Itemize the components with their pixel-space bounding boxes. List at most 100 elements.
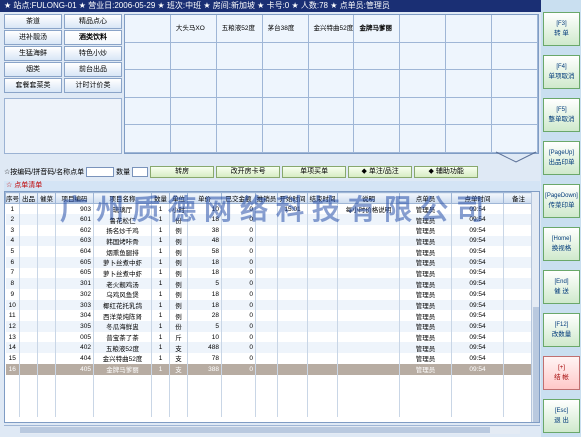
table-row[interactable]: 11 304 西洋菜炖陈肾 1 例 28 0 管理员 09:54	[5, 310, 534, 322]
aux-function-button[interactable]: ◆ 辅助功能	[414, 166, 479, 178]
dish-button[interactable]	[400, 125, 447, 153]
function-key-button[interactable]: [PageUp] 出品印单	[543, 141, 580, 175]
dish-button[interactable]	[446, 42, 493, 71]
dish-button[interactable]	[262, 97, 309, 126]
category-button[interactable]: 茶道	[4, 14, 62, 29]
dish-button[interactable]	[354, 125, 401, 153]
column-header[interactable]: 数量	[151, 192, 170, 204]
category-button[interactable]: 精品点心	[64, 14, 122, 29]
column-header[interactable]: 出品	[19, 192, 38, 204]
dish-button[interactable]	[492, 125, 538, 153]
table-row[interactable]: 16 405 金牌马爹丽 1 支 388 0 管理员 09:54	[5, 363, 534, 375]
column-header[interactable]: 序号	[5, 192, 20, 204]
dish-button[interactable]	[170, 42, 217, 71]
dish-button[interactable]	[308, 70, 355, 98]
dish-button[interactable]	[492, 70, 538, 98]
dish-button[interactable]	[125, 15, 171, 43]
function-key-button[interactable]: [F5] 整单取消	[543, 98, 580, 132]
column-header[interactable]: 点单时间	[451, 192, 504, 204]
function-key-button[interactable]: [F3] 转 单	[543, 12, 580, 46]
dish-button[interactable]	[262, 70, 309, 98]
table-row[interactable]: 6 605 萝卜丝煮中虾 1 例 18 0 管理员 09:54	[5, 256, 534, 268]
column-header[interactable]: 单位	[169, 192, 188, 204]
function-key-button[interactable]: [Home] 换视格	[543, 227, 580, 261]
column-header[interactable]: 单价	[187, 192, 222, 204]
dish-button[interactable]: 金兴特曲52度	[308, 15, 355, 43]
dish-button[interactable]	[308, 42, 355, 71]
dish-button[interactable]	[170, 125, 217, 153]
table-row[interactable]: 14 402 五粮液52度 1 支 488 0 管理员 09:54	[5, 342, 534, 354]
category-button[interactable]: 酒类饮料	[64, 30, 122, 45]
table-row[interactable]: 1 903 琉璃厅 1 小时 10 0 15:01 每小时价格说明 管理员 09:54	[5, 203, 534, 215]
dish-button[interactable]	[492, 15, 538, 43]
dish-button[interactable]	[262, 125, 309, 153]
dish-button[interactable]: 五粮液52度	[216, 15, 263, 43]
category-button[interactable]: 进补靓汤	[4, 30, 62, 45]
transfer-room-button[interactable]: 转房	[150, 166, 215, 178]
column-header[interactable]: 项目编码	[55, 192, 94, 204]
dish-button[interactable]	[125, 97, 171, 126]
dish-button[interactable]	[446, 70, 493, 98]
column-header[interactable]: 项目名称	[93, 192, 152, 204]
table-row[interactable]: 7 605 萝卜丝煮中虾 1 例 18 0 管理员 09:54	[5, 267, 534, 279]
dish-button[interactable]	[400, 15, 447, 43]
dish-button[interactable]	[446, 125, 493, 153]
function-key-button[interactable]: [End] 催 送	[543, 270, 580, 304]
table-row[interactable]: 4 603 韩国烤咔骨 1 例 48 0 管理员 09:54	[5, 235, 534, 247]
dish-button[interactable]	[216, 70, 263, 98]
dish-button[interactable]	[216, 125, 263, 153]
table-vertical-scrollbar[interactable]	[531, 192, 539, 422]
function-key-button[interactable]: [+] 结 帐	[543, 356, 580, 390]
category-button[interactable]: 生猛海鲜	[4, 46, 62, 61]
quantity-input[interactable]	[132, 167, 149, 177]
table-row[interactable]: 5 604 烟熏鱼腿排 1 例 58 0 管理员 09:54	[5, 246, 534, 257]
table-row[interactable]: 12 305 冬瓜海鲜盅 1 份 5 0 管理员 09:54	[5, 321, 534, 332]
dish-button[interactable]	[125, 70, 171, 98]
dish-button[interactable]	[170, 97, 217, 126]
dish-button[interactable]	[216, 42, 263, 71]
column-header[interactable]: 点单员	[399, 192, 452, 204]
note-button[interactable]: ◆ 单注/品注	[348, 166, 413, 178]
function-key-button[interactable]: [F12] 改数量	[543, 313, 580, 347]
column-header[interactable]: 已交金额	[221, 192, 256, 204]
column-header[interactable]: 说明	[337, 192, 400, 204]
dish-button[interactable]	[400, 42, 447, 71]
dish-button[interactable]: 大头马XO	[170, 15, 217, 43]
dish-button[interactable]	[354, 70, 401, 98]
column-header[interactable]: 催菜	[37, 192, 56, 204]
dish-button[interactable]	[216, 97, 263, 126]
category-button[interactable]: 前台出品	[64, 62, 122, 77]
dish-button[interactable]	[400, 97, 447, 126]
dish-button[interactable]	[170, 70, 217, 98]
column-header[interactable]: 开始时间	[277, 192, 308, 204]
dish-button[interactable]	[125, 125, 171, 153]
column-header[interactable]: 结束时间	[307, 192, 338, 204]
table-row[interactable]: 2 601 鲁花松仁 1 份 18 0 管理员 09:54	[5, 214, 534, 225]
dish-button[interactable]: 茅台38度	[262, 15, 309, 43]
dish-button[interactable]	[446, 15, 493, 43]
table-row[interactable]: 9 302 乌鸡风鱼煲 1 例 18 0 管理员 09:54	[5, 289, 534, 300]
dish-button[interactable]	[354, 97, 401, 126]
chevron-down-icon[interactable]	[494, 150, 538, 164]
category-button[interactable]: 计时计价类	[64, 78, 122, 93]
dish-button[interactable]	[400, 70, 447, 98]
table-row[interactable]: 3 602 扬名炒千鸡 1 例 38 0 管理员 09:54	[5, 224, 534, 236]
category-button[interactable]: 烟类	[4, 62, 62, 77]
dish-button[interactable]	[354, 42, 401, 71]
column-header[interactable]: 推销员	[255, 192, 278, 204]
table-row[interactable]: 8 301 老火靓鸡汤 1 例 5 0 管理员 09:54	[5, 278, 534, 289]
dish-button[interactable]	[492, 97, 538, 126]
function-key-button[interactable]: [PageDown] 传菜印单	[543, 184, 580, 218]
dish-button[interactable]	[446, 97, 493, 126]
table-row[interactable]: 13 005 普宝茶了茶 1 斤 10 0 管理员 09:54	[5, 331, 534, 343]
dish-button[interactable]	[262, 42, 309, 71]
function-key-button[interactable]: [F4] 单项取消	[543, 55, 580, 89]
dish-button[interactable]	[308, 125, 355, 153]
category-button[interactable]: 套餐套菜类	[4, 78, 62, 93]
dish-button[interactable]	[125, 42, 171, 71]
table-row[interactable]: 15 404 金兴特曲52度 1 支 78 0 管理员 09:54	[5, 353, 534, 364]
change-card-button[interactable]: 改开房卡号	[216, 166, 281, 178]
dish-button[interactable]	[492, 42, 538, 71]
function-key-button[interactable]: [Esc] 退 出	[543, 399, 580, 433]
dish-button[interactable]	[308, 97, 355, 126]
